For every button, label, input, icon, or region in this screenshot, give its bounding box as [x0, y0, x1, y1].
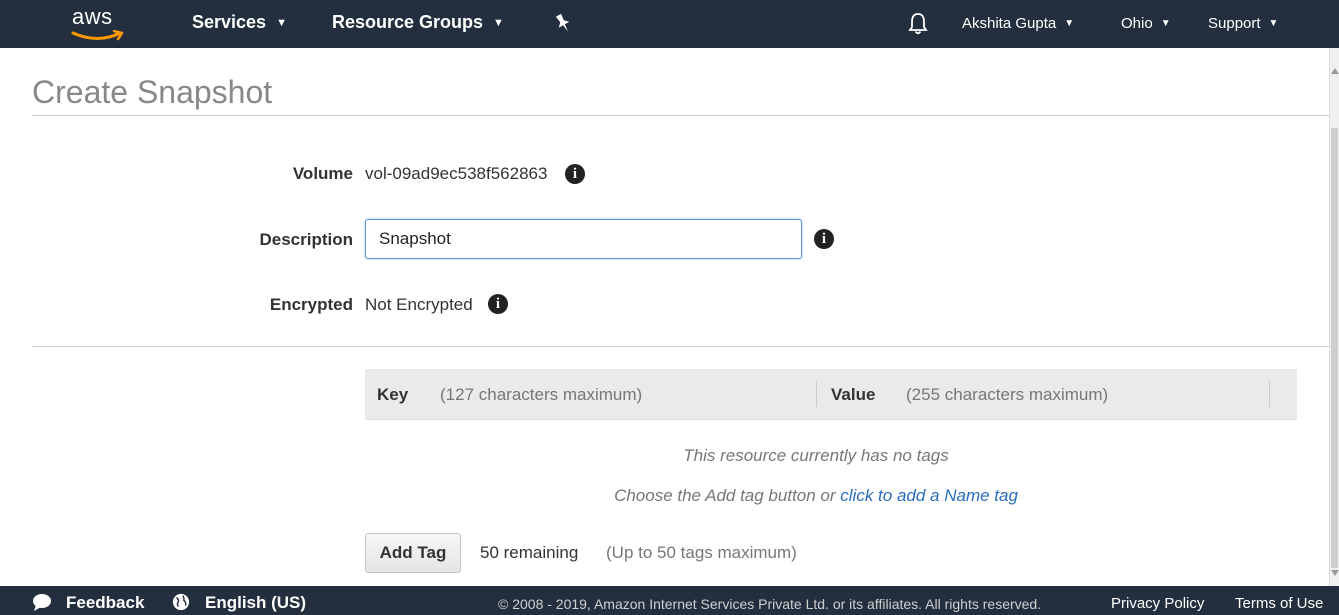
tags-max-hint: (Up to 50 tags maximum) — [606, 543, 797, 562]
add-name-tag-link[interactable]: click to add a Name tag — [840, 486, 1018, 505]
add-tag-hint-text: Choose the Add tag button or — [614, 486, 841, 505]
support-menu[interactable]: Support ▼ — [1208, 15, 1278, 32]
aws-logo[interactable]: aws — [66, 4, 130, 44]
resource-groups-menu[interactable]: Resource Groups ▼ — [332, 12, 504, 33]
region-menu[interactable]: Ohio ▼ — [1121, 15, 1171, 32]
description-input[interactable] — [365, 219, 802, 259]
top-nav: aws Services ▼ Resource Groups ▼ Akshita G… — [0, 0, 1339, 48]
key-column-hint: (127 characters maximum) — [440, 385, 643, 404]
services-label: Services — [192, 12, 267, 32]
speech-bubble-icon — [33, 594, 51, 611]
support-label: Support — [1208, 15, 1261, 32]
user-menu[interactable]: Akshita Gupta ▼ — [962, 15, 1074, 32]
caret-down-icon: ▼ — [1160, 18, 1171, 29]
tags-table-header: Key (127 characters maximum) Value (255 … — [365, 369, 1297, 420]
volume-value: vol-09ad9ec538f562863 — [365, 164, 548, 183]
scroll-down-arrow-icon[interactable] — [1331, 570, 1339, 576]
page-scrollbar[interactable] — [1329, 48, 1339, 586]
scroll-thumb[interactable] — [1331, 128, 1338, 568]
caret-down-icon: ▼ — [493, 17, 504, 29]
encrypted-label: Encrypted — [269, 295, 353, 314]
caret-down-icon: ▼ — [1064, 18, 1075, 29]
terms-of-use-link[interactable]: Terms of Use — [1235, 595, 1323, 612]
scroll-up-arrow-icon[interactable] — [1331, 68, 1339, 74]
services-menu[interactable]: Services ▼ — [192, 12, 287, 33]
caret-down-icon: ▼ — [1268, 18, 1279, 29]
title-divider — [32, 115, 1329, 116]
encrypted-value: Not Encrypted — [365, 295, 473, 314]
no-tags-message: This resource currently has no tags — [683, 446, 949, 465]
volume-info-icon[interactable]: i — [565, 164, 585, 184]
aws-logo-text: aws — [72, 4, 113, 29]
bell-icon[interactable] — [907, 11, 929, 35]
feedback-link[interactable]: Feedback — [66, 593, 144, 613]
page-title: Create Snapshot — [32, 74, 273, 110]
column-separator — [1269, 381, 1270, 407]
footer: Feedback English (US) © 2008 - 2019, Ama… — [0, 586, 1339, 615]
description-info-icon[interactable]: i — [814, 229, 834, 249]
tags-remaining: 50 remaining — [480, 543, 579, 562]
globe-icon — [172, 593, 190, 611]
caret-down-icon: ▼ — [276, 17, 287, 29]
user-name: Akshita Gupta — [962, 15, 1057, 32]
encrypted-info-icon[interactable]: i — [488, 294, 508, 314]
key-column-header: Key — [377, 385, 409, 404]
column-separator — [816, 381, 817, 407]
aws-smile-icon — [71, 30, 124, 41]
language-selector[interactable]: English (US) — [205, 593, 306, 613]
description-label: Description — [259, 230, 353, 249]
privacy-policy-link[interactable]: Privacy Policy — [1111, 595, 1204, 612]
region-name: Ohio — [1121, 15, 1153, 32]
value-column-hint: (255 characters maximum) — [906, 385, 1109, 404]
section-divider — [32, 346, 1329, 347]
add-tag-button[interactable]: Add Tag — [365, 533, 461, 573]
copyright-text: © 2008 - 2019, Amazon Internet Services … — [498, 596, 1042, 612]
value-column-header: Value — [831, 385, 876, 404]
volume-label: Volume — [292, 164, 353, 183]
pin-icon[interactable] — [553, 12, 573, 34]
resource-groups-label: Resource Groups — [332, 12, 484, 32]
add-tag-hint: Choose the Add tag button or click to ad… — [365, 486, 1267, 506]
